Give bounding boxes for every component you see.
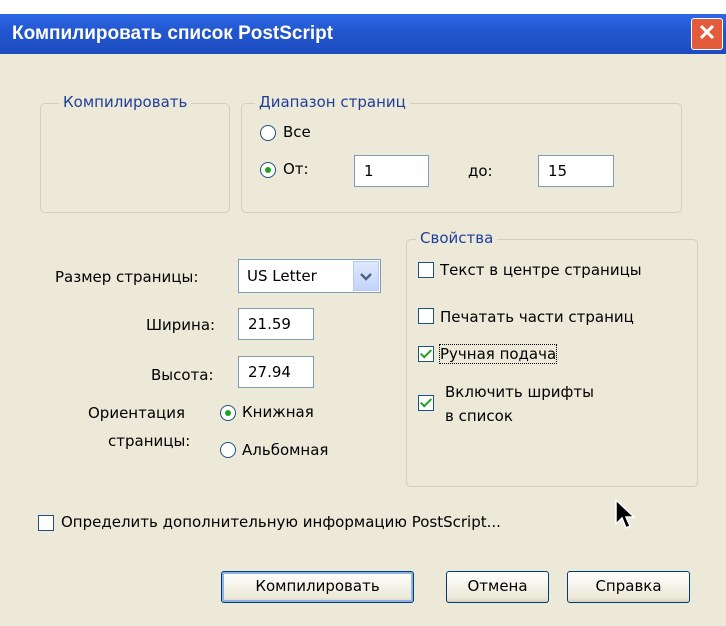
- manual-feed-label: Ручная подача: [438, 344, 558, 364]
- extra-info-label: Определить дополнительную информацию Pos…: [61, 513, 501, 531]
- manual-feed-checkbox[interactable]: [418, 346, 434, 362]
- print-parts-label: Печатать части страниц: [440, 308, 634, 326]
- dialog-title: Компилировать список PostScript: [12, 23, 334, 44]
- include-fonts-label-line1: Включить шрифты: [445, 383, 594, 401]
- page-range-legend: Диапазон страниц: [255, 93, 410, 111]
- page-size-value: US Letter: [247, 267, 317, 285]
- compile-group-legend: Компилировать: [59, 93, 192, 111]
- landscape-radio[interactable]: [220, 442, 236, 458]
- orientation-label-line1: Ориентация: [88, 404, 186, 422]
- include-fonts-checkbox[interactable]: [418, 395, 434, 411]
- width-label: Ширина:: [146, 316, 216, 334]
- close-button[interactable]: ✕: [691, 18, 723, 50]
- range-to-label: до:: [468, 162, 493, 180]
- height-input[interactable]: 27.94: [238, 356, 314, 388]
- compile-group: Компилировать: [40, 93, 230, 213]
- height-label: Высота:: [151, 366, 214, 384]
- cancel-button[interactable]: Отмена: [446, 571, 549, 603]
- help-button[interactable]: Справка: [567, 571, 690, 603]
- page-size-label: Размер страницы:: [55, 268, 199, 286]
- page-range-group: Диапазон страниц: [241, 93, 682, 213]
- page-size-select[interactable]: US Letter: [238, 259, 381, 293]
- landscape-label: Альбомная: [242, 441, 329, 459]
- extra-info-checkbox[interactable]: [38, 515, 54, 531]
- range-all-label: Все: [283, 123, 311, 141]
- title-bar: Компилировать список PostScript ✕: [0, 14, 726, 54]
- include-fonts-label-line2: в список: [445, 407, 513, 425]
- range-all-radio[interactable]: [260, 125, 276, 141]
- close-icon: ✕: [697, 20, 717, 45]
- center-text-checkbox[interactable]: [418, 262, 434, 278]
- range-from-label: От:: [283, 160, 309, 178]
- properties-legend: Свойства: [416, 229, 498, 247]
- orientation-label-line2: страницы:: [108, 432, 191, 450]
- mouse-pointer-icon: [615, 498, 636, 530]
- compile-button[interactable]: Компилировать: [221, 571, 414, 603]
- center-text-label: Текст в центре страницы: [440, 261, 642, 279]
- width-input[interactable]: 21.59: [238, 308, 314, 340]
- range-to-input[interactable]: 15: [538, 155, 614, 187]
- range-from-radio[interactable]: [260, 162, 276, 178]
- portrait-label: Книжная: [242, 403, 314, 421]
- range-from-input[interactable]: 1: [354, 155, 429, 187]
- print-parts-checkbox[interactable]: [418, 308, 434, 324]
- chevron-down-icon[interactable]: [353, 261, 379, 291]
- portrait-radio[interactable]: [220, 405, 236, 421]
